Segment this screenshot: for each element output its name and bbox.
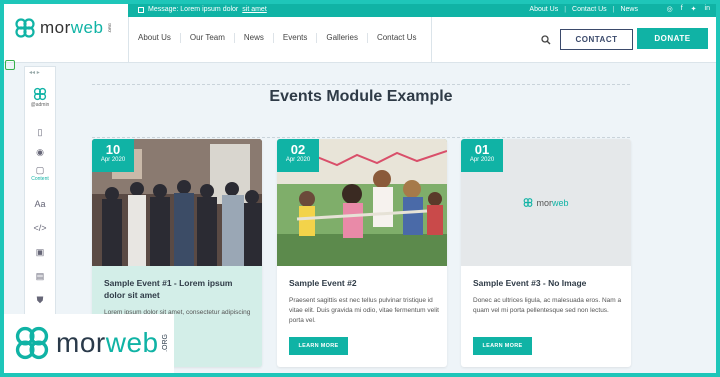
brand-watermark: morweb .ORG [4, 314, 174, 373]
main-nav: About Us Our Team News Events Galleries … [128, 17, 432, 62]
placeholder-logo: morweb [523, 197, 569, 208]
learn-more-button[interactable]: LEARN MORE [473, 337, 532, 355]
utility-link-news[interactable]: News [620, 6, 638, 13]
event-month: Apr 2020 [100, 157, 126, 163]
event-date-badge: 10 Apr 2020 [92, 139, 134, 172]
site-logo[interactable]: morweb .ORG [14, 18, 112, 38]
toolbar-device[interactable]: ▯ [25, 127, 55, 137]
event-date-badge: 01 Apr 2020 [461, 139, 503, 172]
utility-link-contact-us[interactable]: Contact Us [572, 6, 607, 13]
logo-wordmark: morweb [40, 18, 103, 38]
event-description: Donec ac ultrices ligula, ac malesuada e… [473, 297, 622, 314]
event-day: 02 [290, 142, 306, 157]
edit-marker-icon[interactable] [5, 60, 15, 70]
editor-toolbar: ◂◂ ▸ @admin ▯ ◉ ▢ Content Aa </> ▣ ▤ ⛊ [24, 66, 56, 328]
donate-button[interactable]: DONATE [637, 28, 708, 49]
watermark-wordmark: morweb [56, 327, 159, 359]
utility-links: About Us | Contact Us | News [529, 6, 638, 13]
page-title: Events Module Example [269, 88, 453, 105]
watermark-suffix: .ORG [161, 334, 169, 352]
nav-item-events[interactable]: Events [274, 33, 318, 43]
mobile-icon: ▯ [37, 127, 43, 137]
watermark-word-part1: mor [56, 327, 106, 358]
code-icon: </> [33, 223, 47, 233]
eye-icon: ◉ [36, 147, 44, 157]
nav-item-our-team[interactable]: Our Team [181, 33, 235, 43]
utility-separator: | [564, 6, 567, 13]
learn-more-button[interactable]: LEARN MORE [289, 337, 348, 355]
gallery-icon: ▤ [35, 271, 45, 281]
toolbar-image[interactable]: ▣ [25, 247, 55, 257]
toolbar-widget[interactable]: ⛊ [25, 295, 55, 305]
text-icon: Aa [34, 199, 46, 209]
contact-button[interactable]: CONTACT [560, 29, 633, 50]
watermark-word-part2: web [105, 327, 159, 358]
twitter-icon[interactable]: ✦ [691, 5, 697, 13]
social-links: ◎ f ✦ in [667, 5, 710, 13]
message-text: Message: Lorem ipsum dolor [148, 6, 239, 13]
toolbar-content[interactable]: ▢ Content [25, 165, 55, 182]
toolbar-text[interactable]: Aa [25, 199, 55, 209]
nav-item-news[interactable]: News [235, 33, 274, 43]
search-icon[interactable] [541, 35, 551, 45]
morweb-logo-icon [15, 18, 35, 38]
event-title[interactable]: Sample Event #1 - Lorem ipsum dolor sit … [104, 277, 254, 301]
logo-suffix: .ORG [107, 22, 113, 34]
nav-item-galleries[interactable]: Galleries [317, 33, 368, 43]
logo-word-part1: mor [40, 18, 71, 37]
content-icon: ▢ [35, 165, 45, 175]
placeholder-word-part1: mor [536, 197, 552, 208]
utility-link-about-us[interactable]: About Us [529, 6, 558, 13]
toolbar-preview[interactable]: ◉ [25, 147, 55, 157]
event-month: Apr 2020 [469, 157, 495, 163]
event-card[interactable]: morweb 01 Apr 2020 Sample Event #3 - No … [461, 139, 631, 367]
image-icon: ▣ [35, 247, 45, 257]
admin-label: @admin [30, 102, 50, 108]
event-month: Apr 2020 [285, 157, 311, 163]
content-label: Content [31, 176, 49, 182]
utility-bar: Message: Lorem ipsum dolor sit amet Abou… [128, 4, 716, 17]
event-title[interactable]: Sample Event #2 [289, 277, 439, 289]
nav-item-contact-us[interactable]: Contact Us [368, 33, 426, 43]
morweb-logo-icon [524, 198, 533, 207]
instagram-icon[interactable]: ◎ [667, 5, 673, 13]
message-link[interactable]: sit amet [242, 6, 267, 13]
event-date-badge: 02 Apr 2020 [277, 139, 319, 172]
facebook-icon[interactable]: f [681, 5, 683, 13]
toolbar-gallery[interactable]: ▤ [25, 271, 55, 281]
event-description: Praesent sagittis est nec tellus pulvina… [289, 297, 439, 324]
linkedin-icon[interactable]: in [705, 5, 710, 13]
logo-word-part2: web [70, 18, 104, 37]
toolbar-code[interactable]: </> [25, 223, 55, 233]
event-card[interactable]: 02 Apr 2020 Sample Event #2 Praesent sag… [277, 139, 447, 367]
event-title[interactable]: Sample Event #3 - No Image [473, 277, 623, 289]
widget-icon: ⛊ [36, 295, 44, 305]
event-day: 10 [105, 142, 121, 157]
event-day: 01 [474, 142, 490, 157]
message-icon [138, 6, 144, 13]
announcement-message: Message: Lorem ipsum dolor sit amet [138, 6, 267, 13]
utility-separator: | [612, 6, 615, 13]
morweb-admin-icon [33, 87, 47, 101]
toolbar-admin[interactable]: @admin [25, 87, 55, 108]
placeholder-word-part2: web [551, 197, 569, 208]
morweb-logo-icon [15, 326, 49, 360]
nav-item-about-us[interactable]: About Us [129, 33, 181, 43]
drag-handle-icon[interactable]: ◂◂ ▸ [29, 69, 40, 76]
